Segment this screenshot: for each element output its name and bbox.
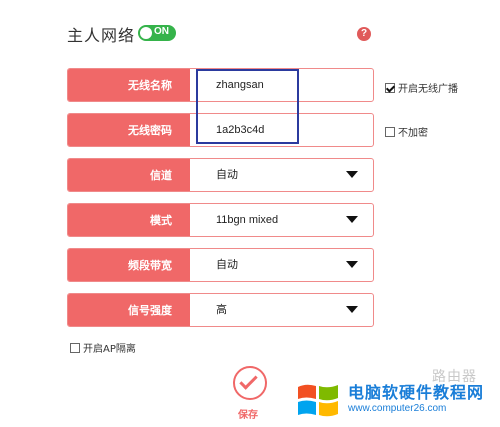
- broadcast-option[interactable]: 开启无线广播: [385, 80, 458, 95]
- chevron-down-icon[interactable]: [346, 216, 358, 223]
- save-button[interactable]: [233, 366, 267, 400]
- windows-logo-icon: [298, 384, 338, 417]
- bandwidth-select[interactable]: 频段带宽 自动: [67, 248, 374, 282]
- host-network-toggle[interactable]: ON: [138, 25, 176, 41]
- signal-strength-label: 信号强度: [68, 294, 190, 326]
- mode-value: 11bgn mixed: [216, 214, 279, 226]
- broadcast-checkbox[interactable]: [385, 82, 395, 93]
- checkmark-icon: [239, 371, 258, 390]
- signal-strength-select[interactable]: 信号强度 高: [67, 293, 374, 327]
- channel-select[interactable]: 信道 自动: [67, 158, 374, 192]
- watermark-url: www.computer26.com: [348, 403, 447, 414]
- no-encrypt-checkbox[interactable]: [385, 126, 395, 137]
- broadcast-label: 开启无线广播: [398, 84, 458, 95]
- ap-isolation-label: 开启AP隔离: [83, 344, 136, 355]
- bandwidth-label: 频段带宽: [68, 249, 190, 281]
- channel-label: 信道: [68, 159, 190, 191]
- mode-label: 模式: [68, 204, 190, 236]
- help-icon[interactable]: ?: [357, 27, 371, 41]
- chevron-down-icon[interactable]: [346, 261, 358, 268]
- channel-value: 自动: [216, 168, 238, 181]
- ap-isolation-option[interactable]: 开启AP隔离: [70, 340, 136, 355]
- watermark-title: 电脑软硬件教程网: [348, 383, 485, 402]
- password-label: 无线密码: [68, 114, 190, 146]
- page-title: 主人网络: [67, 26, 136, 45]
- no-encrypt-option[interactable]: 不加密: [385, 124, 428, 139]
- chevron-down-icon[interactable]: [346, 171, 358, 178]
- toggle-label: ON: [154, 26, 169, 37]
- save-label[interactable]: 保存: [238, 406, 258, 421]
- toggle-knob: [140, 27, 152, 39]
- no-encrypt-label: 不加密: [398, 128, 428, 139]
- mode-select[interactable]: 模式 11bgn mixed: [67, 203, 374, 237]
- signal-strength-value: 高: [216, 303, 227, 316]
- chevron-down-icon[interactable]: [346, 306, 358, 313]
- bandwidth-value: 自动: [216, 258, 238, 271]
- ap-isolation-checkbox[interactable]: [70, 342, 80, 353]
- ssid-label: 无线名称: [68, 69, 190, 101]
- highlight-box: [196, 69, 299, 144]
